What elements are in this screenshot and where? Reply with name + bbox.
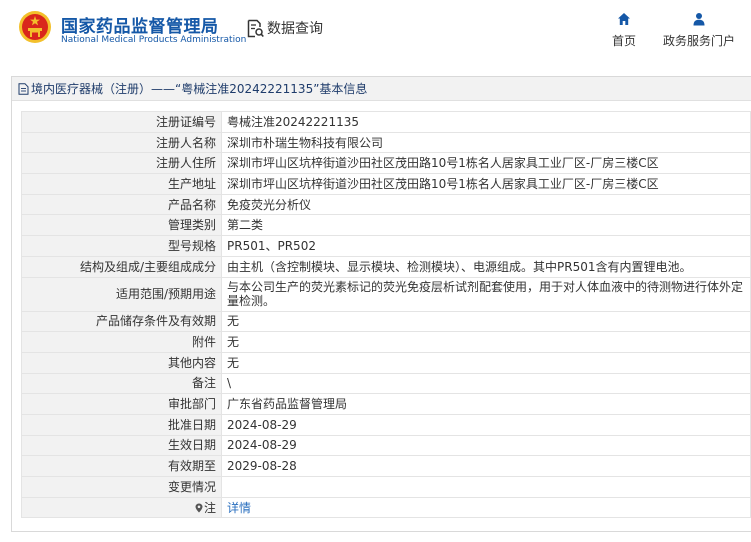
details-link[interactable]: 详情 [227, 501, 251, 515]
national-emblem-icon [19, 11, 51, 43]
table-row: 注 详情 [21, 496, 751, 519]
table-row: 注册证编号 粤械注准20242221135 [21, 111, 751, 133]
field-value: 免疫荧光分析仪 [221, 193, 751, 216]
field-value: 深圳市朴瑞生物科技有限公司 [221, 131, 751, 154]
nav-service-portal-label: 政务服务门户 [662, 34, 735, 48]
user-icon [693, 13, 705, 26]
panel-title: 境内医疗器械（注册）——“粤械注准20242221135”基本信息 [31, 82, 368, 96]
table-row: 有效期至 2029-08-28 [21, 455, 751, 477]
field-value: 2024-08-29 [221, 413, 751, 436]
field-value: \ [221, 372, 751, 395]
field-value: 粤械注准20242221135 [221, 111, 751, 133]
home-icon [618, 13, 630, 25]
field-label: 附件 [21, 331, 222, 353]
field-value: 无 [221, 351, 751, 374]
table-row: 产品名称 免疫荧光分析仪 [21, 193, 751, 216]
field-label: 审批部门 [21, 393, 222, 415]
table-row: 其他内容无 [21, 351, 751, 374]
nav-home[interactable]: 首页 [604, 12, 644, 49]
field-value: 深圳市坪山区坑梓街道沙田社区茂田路10号1栋名人居家具工业厂区-厂房三楼C区 [221, 173, 751, 195]
nav-service-portal[interactable]: 政务服务门户 [660, 12, 738, 49]
table-row: 附件无 [21, 331, 751, 353]
table-row: 生效日期 2024-08-29 [21, 434, 751, 457]
field-value: 2029-08-28 [221, 455, 751, 477]
field-label: 注册人名称 [21, 131, 222, 154]
field-value: 详情 [221, 496, 751, 519]
field-label: 批准日期 [21, 413, 222, 436]
device-info-table: 注册证编号 粤械注准20242221135 注册人名称 深圳市朴瑞生物科技有限公司 … [21, 111, 751, 519]
field-label: 管理类别 [21, 214, 222, 237]
field-value: 无 [221, 310, 751, 333]
table-row: 审批部门 广东省药品监督管理局 [21, 393, 751, 415]
field-label: 注册人住所 [21, 152, 222, 175]
panel-header: 境内医疗器械（注册）——“粤械注准20242221135”基本信息 [12, 77, 751, 101]
table-row: 注册人名称 深圳市朴瑞生物科技有限公司 [21, 131, 751, 154]
field-label: 结构及组成/主要组成成分 [21, 255, 222, 278]
field-value: 2024-08-29 [221, 434, 751, 457]
table-row: 变更情况 [21, 476, 751, 498]
document-search-icon [247, 19, 264, 37]
data-query-link[interactable]: 数据查询 [247, 18, 323, 38]
field-value: 深圳市坪山区坑梓街道沙田社区茂田路10号1栋名人居家具工业厂区-厂房三楼C区 [221, 152, 751, 175]
field-value: PR501、PR502 [221, 235, 751, 257]
field-value [221, 476, 751, 498]
note-label: 注 [203, 500, 216, 515]
field-label: 生效日期 [21, 434, 222, 457]
table-row: 适用范围/预期用途 与本公司生产的荧光素标记的荧光免疫层析试剂配套使用，用于对人体… [21, 276, 751, 312]
field-value: 无 [221, 331, 751, 353]
field-label: 有效期至 [21, 455, 222, 477]
table-row: 产品储存条件及有效期无 [21, 310, 751, 333]
field-label: 注册证编号 [21, 111, 222, 133]
table-row: 管理类别 第二类 [21, 214, 751, 237]
field-value: 第二类 [221, 214, 751, 237]
site-title[interactable]: 国家药品监督管理局 [61, 12, 219, 37]
table-row: 注册人住所 深圳市坪山区坑梓街道沙田社区茂田路10号1栋名人居家具工业厂区-厂房三… [21, 152, 751, 175]
field-label: 产品名称 [21, 193, 222, 216]
table-row: 备注 \ [21, 372, 751, 395]
table-row: 结构及组成/主要组成成分 由主机（含控制模块、显示模块、检测模块）、电源组成。其中… [21, 255, 751, 278]
field-value: 广东省药品监督管理局 [221, 393, 751, 415]
site-subtitle: National Medical Products Administration [61, 35, 247, 45]
nav-home-label: 首页 [611, 34, 636, 48]
field-value: 与本公司生产的荧光素标记的荧光免疫层析试剂配套使用，用于对人体血液中的待测物进行… [221, 276, 751, 312]
site-header: 国家药品监督管理局 National Medical Products Admi… [0, 0, 751, 66]
field-label: 备注 [21, 372, 222, 395]
table-row: 型号规格 PR501、PR502 [21, 235, 751, 257]
field-value: 由主机（含控制模块、显示模块、检测模块）、电源组成。其中PR501含有内置锂电池… [221, 255, 751, 278]
field-label: 变更情况 [21, 476, 222, 498]
field-label: 其他内容 [21, 351, 222, 374]
table-row: 生产地址 深圳市坪山区坑梓街道沙田社区茂田路10号1栋名人居家具工业厂区-厂房三楼… [21, 173, 751, 195]
table-row: 批准日期 2024-08-29 [21, 413, 751, 436]
field-label: 产品储存条件及有效期 [21, 310, 222, 333]
data-query-label: 数据查询 [267, 21, 323, 37]
field-label: 注 [21, 496, 222, 519]
document-icon [18, 82, 29, 95]
field-label: 型号规格 [21, 235, 222, 257]
field-label: 生产地址 [21, 173, 222, 195]
info-panel: 境内医疗器械（注册）——“粤械注准20242221135”基本信息 注册证编号粤… [11, 76, 751, 532]
pin-icon [195, 503, 203, 513]
field-label: 适用范围/预期用途 [21, 276, 222, 312]
